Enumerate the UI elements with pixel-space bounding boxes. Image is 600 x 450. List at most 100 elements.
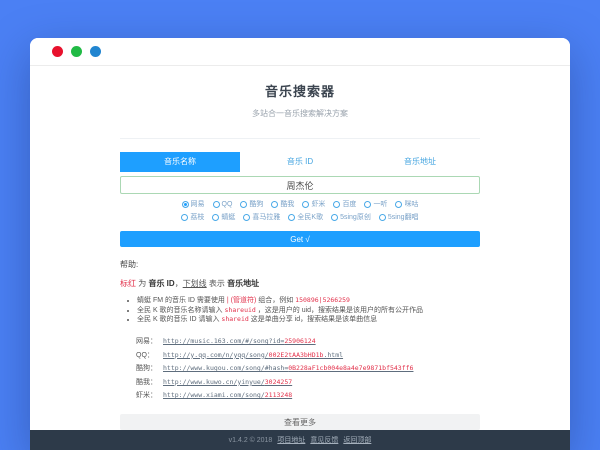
search-input[interactable] [120,176,480,194]
example-row: 酷狗：http://www.kugou.com/song/#hash=0B228… [136,362,480,376]
example-url-link[interactable]: http://www.kuwo.cn/yinyue/3024257 [163,378,292,386]
radio-circle-icon [331,214,338,221]
radio-circle-icon [302,201,309,208]
url-suffix: .html [323,351,343,359]
source-radio[interactable]: 全民K歌 [288,212,323,222]
radio-circle-icon [243,214,250,221]
source-label: 咪咕 [404,199,418,209]
footer-link[interactable]: 意见反馈 [310,435,338,445]
source-radio[interactable]: 百度 [333,199,356,209]
text-segment: 音乐 ID [148,279,174,288]
source-radio[interactable]: 虾米 [302,199,325,209]
close-window-icon[interactable] [52,46,63,57]
footer-link[interactable]: 项目地址 [277,435,305,445]
browser-window: 音乐搜索器 多站合一音乐搜索解决方案 音乐名称音乐 ID音乐地址 网易QQ酷狗酷… [30,38,570,450]
source-row-2: 荔枝 蜻蜓 喜马拉雅 全民K歌 5sing原创 5sing翻唱 [120,212,480,222]
get-button[interactable]: Get √ [120,231,480,247]
url-prefix: http://y.qq.com/n/yqq/song/ [163,351,269,359]
help-bullet: 蜻蜓 FM 的音乐 ID 需要使用 | (管道符) 组合，例如 150896|5… [137,296,480,306]
example-url-link[interactable]: http://music.163.com/#/song?id=25906124 [163,337,316,345]
url-prefix: http://music.163.com/#/song?id= [163,337,284,345]
example-url-link[interactable]: http://www.xiami.com/song/2113248 [163,391,292,399]
search-mode-tabs: 音乐名称音乐 ID音乐地址 [120,152,480,172]
tab-0[interactable]: 音乐名称 [120,152,240,172]
example-row: QQ：http://y.qq.com/n/yqq/song/002E2tAA3b… [136,348,480,362]
url-music-id: 0B228aF1cb004e8a4e7e9871bf543ff6 [288,364,413,372]
url-prefix: http://www.kuwo.cn/yinyue/ [163,378,265,386]
example-site-label: 酷我： [136,377,163,387]
source-radio[interactable]: 酷我 [271,199,294,209]
help-bullet-list: 蜻蜓 FM 的音乐 ID 需要使用 | (管道符) 组合，例如 150896|5… [120,296,480,325]
tab-2[interactable]: 音乐地址 [360,152,480,172]
page-title: 音乐搜索器 [120,81,480,100]
url-prefix: http://www.kugou.com/song/#hash= [163,364,288,372]
text-segment: 表示 [207,279,227,288]
radio-circle-icon [364,201,371,208]
source-radio[interactable]: 5sing原创 [331,212,371,222]
radio-circle-icon [181,214,188,221]
source-label: 网易 [191,199,205,209]
source-radio[interactable]: 蜻蜓 [212,212,235,222]
help-heading: 帮助: [120,259,480,270]
source-radio[interactable]: 网易 [182,199,205,209]
text-segment: shareid [221,315,248,323]
url-music-id: 2113248 [265,391,292,399]
source-label: 百度 [342,199,356,209]
maximize-window-icon[interactable] [90,46,101,57]
url-music-id: 3024257 [265,378,292,386]
url-prefix: http://www.xiami.com/song/ [163,391,265,399]
example-site-label: 酷狗： [136,363,163,373]
radio-circle-icon [240,201,247,208]
source-label: QQ [222,201,233,208]
example-url-list: 网易：http://music.163.com/#/song?id=259061… [120,335,480,403]
example-url-link[interactable]: http://y.qq.com/n/yqq/song/002E2tAA3bHD1… [163,351,343,359]
window-titlebar [30,38,570,66]
source-label: 酷我 [280,199,294,209]
source-radio[interactable]: 一听 [364,199,387,209]
footer-links: 项目地址意见反馈返回顶部 [277,435,371,445]
url-music-id: 25906124 [284,337,315,345]
source-label: 一听 [373,199,387,209]
source-radio[interactable]: 喜马拉雅 [243,212,280,222]
text-segment: 这是单曲分享 id，搜索结果是该单曲信息 [249,316,377,323]
example-site-label: 虾米： [136,390,163,400]
source-radio[interactable]: 酷狗 [240,199,263,209]
text-segment: | (管道符) [227,297,256,304]
source-radio[interactable]: 咪咕 [395,199,418,209]
text-segment: 组合，例如 [256,297,295,304]
example-url-link[interactable]: http://www.kugou.com/song/#hash=0B228aF1… [163,364,413,372]
view-more-button[interactable]: 查看更多 [120,414,480,430]
source-radio[interactable]: 5sing翻唱 [379,212,419,222]
source-label: 全民K歌 [297,212,323,222]
source-label: 喜马拉雅 [252,212,280,222]
source-radio[interactable]: 荔枝 [181,212,204,222]
example-site-label: 网易： [136,336,163,346]
text-segment: 蜻蜓 FM 的音乐 ID 需要使用 [137,297,227,304]
radio-circle-icon [288,214,295,221]
help-bullet: 全民 K 歌的音乐名称请输入 shareuid ，这是用户的 uid，搜索结果是… [137,306,480,316]
radio-circle-icon [333,201,340,208]
source-label: 虾米 [311,199,325,209]
text-segment: 150896|5266259 [295,296,350,304]
source-row-1: 网易 QQ 酷狗 酷我 虾米 百度 一听 咪咕 [120,199,480,209]
footer-link[interactable]: 返回顶部 [343,435,371,445]
header-divider [120,138,480,139]
source-label: 蜻蜓 [221,212,235,222]
footer-version: v1.4.2 © 2018 [229,437,273,444]
help-bullet: 全民 K 歌的音乐 ID 请输入 shareid 这是单曲分享 id，搜索结果是… [137,315,480,325]
minimize-window-icon[interactable] [71,46,82,57]
tab-1[interactable]: 音乐 ID [240,152,360,172]
text-segment: 标红 [120,279,136,288]
radio-circle-icon [379,214,386,221]
source-label: 酷狗 [249,199,263,209]
page-footer: v1.4.2 © 2018 项目地址意见反馈返回顶部 [30,430,570,450]
radio-circle-icon [212,214,219,221]
text-segment: 下划线 [183,279,207,288]
source-radio[interactable]: QQ [213,201,233,208]
example-row: 虾米：http://www.xiami.com/song/2113248 [136,389,480,403]
page-content: 音乐搜索器 多站合一音乐搜索解决方案 音乐名称音乐 ID音乐地址 网易QQ酷狗酷… [120,81,480,430]
example-row: 酷我：http://www.kuwo.cn/yinyue/3024257 [136,375,480,389]
example-row: 网易：http://music.163.com/#/song?id=259061… [136,335,480,349]
radio-circle-icon [182,201,189,208]
text-segment: 为 [136,279,148,288]
